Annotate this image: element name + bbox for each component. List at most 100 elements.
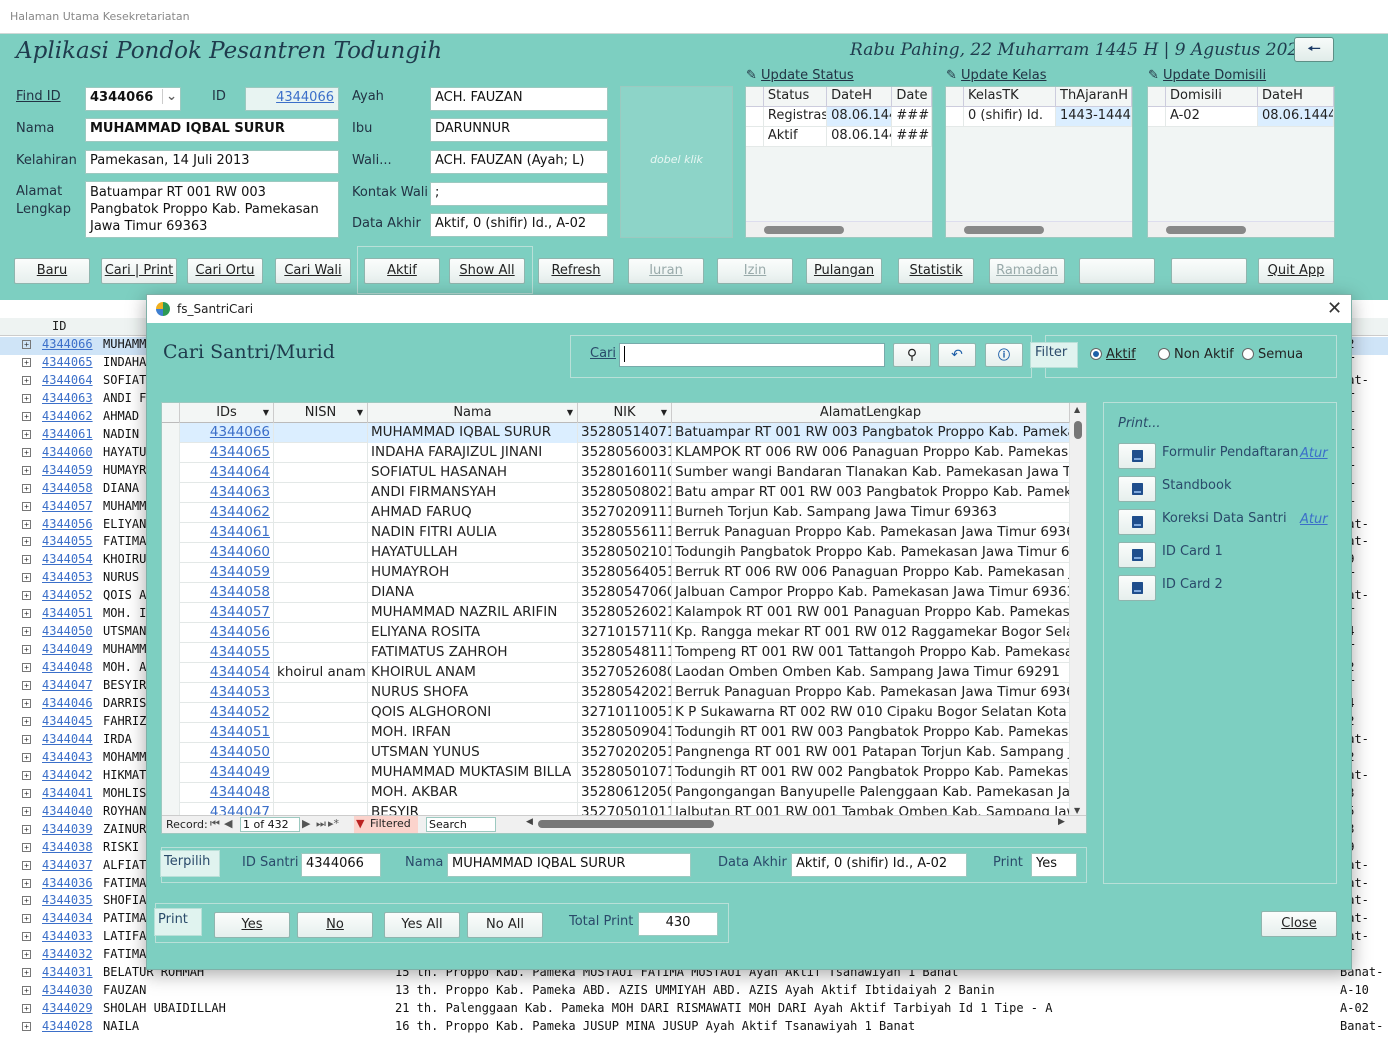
expand-icon[interactable]: + xyxy=(22,860,31,870)
table-row[interactable]: 4344066 MUHAMMAD IQBAL SURUR352805140713B… xyxy=(162,423,1070,443)
cell-ids[interactable]: 4344060 xyxy=(180,543,274,563)
cell-alamatlengkap[interactable]: Batu ampar RT 001 RW 003 Pangbatok Propp… xyxy=(672,483,1070,503)
nav-search-box[interactable]: Search xyxy=(426,817,496,832)
expand-icon[interactable]: + xyxy=(22,645,31,655)
cell-nik[interactable]: 327101100512 xyxy=(578,703,672,723)
print-yes-button[interactable]: Yes xyxy=(214,912,290,938)
cell-nama[interactable]: ANDI FIRMANSYAH xyxy=(368,483,578,503)
cell-nik[interactable]: 352805481111 xyxy=(578,643,672,663)
id-field[interactable]: 4344066 xyxy=(245,87,339,111)
row-selector[interactable] xyxy=(162,503,180,523)
update-status-header[interactable]: ✎ Update Status xyxy=(746,68,854,83)
cell-nama[interactable]: SOFIATUL HASANAH xyxy=(368,463,578,483)
cell-nisn[interactable] xyxy=(274,683,368,703)
cell-ids[interactable]: 4344064 xyxy=(180,463,274,483)
cell-nisn[interactable] xyxy=(274,463,368,483)
update-status-subform[interactable]: Status DateH Date Registrasi 08.06.144 ### A… xyxy=(745,86,933,238)
filter-aktif[interactable]: Aktif xyxy=(1090,347,1136,362)
bg-row-id[interactable]: 4344055 xyxy=(42,534,93,548)
cell-nik[interactable]: 352805021016 xyxy=(578,543,672,563)
expand-icon[interactable]: + xyxy=(22,465,31,475)
table-row[interactable]: 4344050 UTSMAN YUNUS352702020510Pangnenga… xyxy=(162,743,1070,763)
cell-ids[interactable]: 4344050 xyxy=(180,743,274,763)
cell-nik[interactable]: 352705260809 xyxy=(578,663,672,683)
dateh-cell[interactable]: 08.06.144 xyxy=(827,107,893,126)
row-selector[interactable] xyxy=(162,783,180,803)
data-akhir-field[interactable]: Aktif, 0 (shifir) Id., A-02 xyxy=(430,213,608,237)
cell-nik[interactable]: 352805140713 xyxy=(578,423,672,443)
row-selector[interactable] xyxy=(162,763,180,783)
bg-row-id[interactable]: 4344037 xyxy=(42,858,93,872)
last-record-icon[interactable]: ⏭ xyxy=(316,817,326,831)
cell-alamatlengkap[interactable]: Pangnenga RT 001 RW 001 Patapan Torjun K… xyxy=(672,743,1070,763)
horizontal-scrollbar[interactable] xyxy=(538,820,714,828)
nama-field[interactable]: MUHAMMAD IQBAL SURUR xyxy=(85,118,339,142)
cell-alamatlengkap[interactable]: KLAMPOK RT 006 RW 006 Panaguan Proppo Ka… xyxy=(672,443,1070,463)
table-row[interactable]: 4344063 ANDI FIRMANSYAH352805080217Batu a… xyxy=(162,483,1070,503)
expand-icon[interactable]: + xyxy=(22,357,31,367)
cell-nik[interactable]: 352806120509 xyxy=(578,783,672,803)
vertical-scrollbar[interactable]: ▲ ▼ xyxy=(1070,403,1086,817)
update-domisili-header[interactable]: ✎ Update Domisili xyxy=(1148,68,1266,83)
cell-alamatlengkap[interactable]: Berruk RT 006 RW 006 Panaguan Proppo Kab… xyxy=(672,563,1070,583)
cell-nisn[interactable] xyxy=(274,503,368,523)
cell-nik[interactable]: 352702020510 xyxy=(578,743,672,763)
table-row[interactable]: 4344055 FATIMATUS ZAHROH352805481111Tompe… xyxy=(162,643,1070,663)
status-cell[interactable]: Registrasi xyxy=(764,107,828,126)
bg-row-id[interactable]: 4344035 xyxy=(42,893,93,907)
expand-icon[interactable]: + xyxy=(22,734,31,744)
row-selector-header[interactable] xyxy=(162,403,180,423)
col-thajaranh[interactable]: ThAjaranH xyxy=(1056,87,1132,106)
cell-nik[interactable]: 327101571109 xyxy=(578,623,672,643)
row-selector[interactable] xyxy=(162,623,180,643)
cell-alamatlengkap[interactable]: Tompeng RT 001 RW 001 Tattangoh Proppo K… xyxy=(672,643,1070,663)
cell-ids[interactable]: 4344057 xyxy=(180,603,274,623)
cell-ids[interactable]: 4344062 xyxy=(180,503,274,523)
cell-nama[interactable]: INDAHA FARAJIZUL JINANI xyxy=(368,443,578,463)
filter-semua[interactable]: Semua xyxy=(1242,347,1303,362)
expand-icon[interactable]: + xyxy=(22,627,31,637)
bg-table-row[interactable]: +4344029 SHOLAH UBAIDILLAH 21 th. Palengga… xyxy=(0,1001,1388,1019)
cell-ids[interactable]: 4344059 xyxy=(180,563,274,583)
cell-nama[interactable]: MUHAMMAD IQBAL SURUR xyxy=(368,423,578,443)
col-kelastk[interactable]: KelasTK xyxy=(964,87,1056,106)
cell-ids[interactable]: 4344058 xyxy=(180,583,274,603)
cell-nisn[interactable] xyxy=(274,423,368,443)
expand-icon[interactable]: + xyxy=(22,950,31,960)
atur-link[interactable]: Atur xyxy=(1300,512,1328,527)
cell-nisn[interactable] xyxy=(274,643,368,663)
cell-nisn[interactable] xyxy=(274,483,368,503)
toolbar-button-ramadan[interactable]: Ramadan xyxy=(989,258,1065,284)
atur-link[interactable]: Atur xyxy=(1300,446,1328,461)
row-selector[interactable] xyxy=(162,443,180,463)
ibu-field[interactable]: DARUNNUR xyxy=(430,118,608,142)
status-cell[interactable]: Aktif xyxy=(764,127,828,146)
alamat-field[interactable]: Batuampar RT 001 RW 003 Pangbatok Proppo… xyxy=(85,181,339,238)
bg-row-id[interactable]: 4344045 xyxy=(42,714,93,728)
back-arrow-button[interactable]: 🠔 xyxy=(1294,37,1334,62)
row-selector[interactable] xyxy=(162,663,180,683)
bg-row-id[interactable]: 4344048 xyxy=(42,660,93,674)
wali-label[interactable]: Wali... xyxy=(352,153,392,168)
expand-icon[interactable]: + xyxy=(22,447,31,457)
expand-icon[interactable]: + xyxy=(22,932,31,942)
cell-nama[interactable]: DIANA xyxy=(368,583,578,603)
thajaranh-cell[interactable]: 1443-1444 xyxy=(1056,107,1132,126)
bg-row-id[interactable]: 4344028 xyxy=(42,1019,93,1033)
bg-row-id[interactable]: 4344047 xyxy=(42,678,93,692)
domisili-cell[interactable]: A-02 xyxy=(1166,107,1258,126)
cell-nik[interactable]: 352805561117 xyxy=(578,523,672,543)
sort-dropdown-icon[interactable]: ▼ xyxy=(263,403,269,422)
cell-ids[interactable]: 4344051 xyxy=(180,723,274,743)
bg-row-id[interactable]: 4344066 xyxy=(42,337,93,351)
row-selector[interactable] xyxy=(162,643,180,663)
bg-row-id[interactable]: 4344059 xyxy=(42,463,93,477)
table-row[interactable]: 4344057 MUHAMMAD NAZRIL ARIFIN35280526021… xyxy=(162,603,1070,623)
cell-nisn[interactable]: khoirul anam xyxy=(274,663,368,683)
print-no-all-button[interactable]: No All xyxy=(467,912,543,938)
terpilih-print-field[interactable]: Yes xyxy=(1031,853,1077,877)
cell-ids[interactable]: 4344052 xyxy=(180,703,274,723)
bg-row-id[interactable]: 4344065 xyxy=(42,355,93,369)
cell-ids[interactable]: 4344049 xyxy=(180,763,274,783)
expand-icon[interactable]: + xyxy=(22,393,31,403)
